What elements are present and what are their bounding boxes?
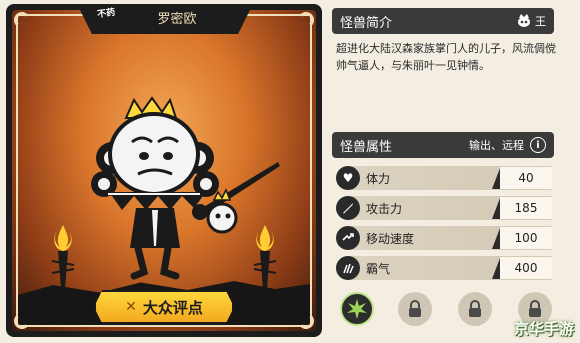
stat-label: 体力 [366, 172, 391, 186]
attributes-header: 怪兽属性 输出、远程 i [332, 132, 554, 158]
stat-row-attack: 攻击力 185 [336, 196, 552, 220]
stat-value: 185 [492, 197, 552, 219]
skull-crown-icon [518, 14, 530, 27]
claw-icon [336, 256, 360, 280]
frame-corner [14, 313, 30, 329]
skill-slot-3-locked[interactable] [458, 292, 492, 326]
stat-row-dominance: 霸气 400 [336, 256, 552, 280]
frame-corner [14, 12, 30, 28]
lock-icon [409, 300, 421, 317]
skill-slot-1[interactable] [340, 292, 374, 326]
stat-row-hp: ♥ 体力 40 [336, 166, 552, 190]
public-review-label: 大众评点 [142, 298, 203, 317]
stat-value: 400 [492, 257, 552, 279]
lock-icon [529, 300, 541, 317]
stat-row-speed: 移动速度 100 [336, 226, 552, 250]
site-watermark: 京华手游 [513, 320, 574, 338]
rank-label: 王 [535, 15, 546, 28]
skill-slot-2-locked[interactable] [398, 292, 432, 326]
intro-header: 怪兽简介 王 [332, 8, 554, 34]
torch-icon [51, 225, 75, 289]
attribute-type-label: 输出、远程 [469, 139, 524, 152]
monster-name: 罗密欧 [157, 12, 197, 27]
card-background [12, 10, 316, 331]
stat-label: 霸气 [366, 262, 391, 276]
monster-card: 不药 罗密欧 ✕ 大众评点 [6, 4, 322, 337]
speed-icon [336, 226, 360, 250]
attribute-type: 输出、远程 i [469, 137, 546, 153]
intro-title: 怪兽简介 [340, 15, 393, 31]
stat-label: 移动速度 [366, 232, 415, 246]
name-badge: 不药 [96, 7, 116, 21]
frame-corner [298, 12, 314, 28]
stat-value: 40 [492, 167, 552, 189]
stat-label: 攻击力 [366, 202, 403, 216]
monster-illustration [91, 96, 280, 280]
sword-icon [336, 196, 360, 220]
lock-icon [469, 300, 481, 317]
stat-value: 100 [492, 227, 552, 249]
frame-corner [298, 313, 314, 329]
intro-description: 超进化大陆汉森家族掌门人的儿子，风流倜傥帅气逼人，与朱丽叶一见钟情。 [336, 42, 556, 72]
public-review-button[interactable]: ✕ 大众评点 [94, 290, 234, 324]
rank-badge: 王 [516, 13, 546, 29]
skill-burst-icon [347, 299, 367, 319]
heart-icon: ♥ [336, 166, 360, 190]
info-icon[interactable]: i [530, 137, 546, 153]
attributes-title: 怪兽属性 [340, 139, 393, 155]
crossed-swords-icon: ✕ [125, 299, 137, 315]
